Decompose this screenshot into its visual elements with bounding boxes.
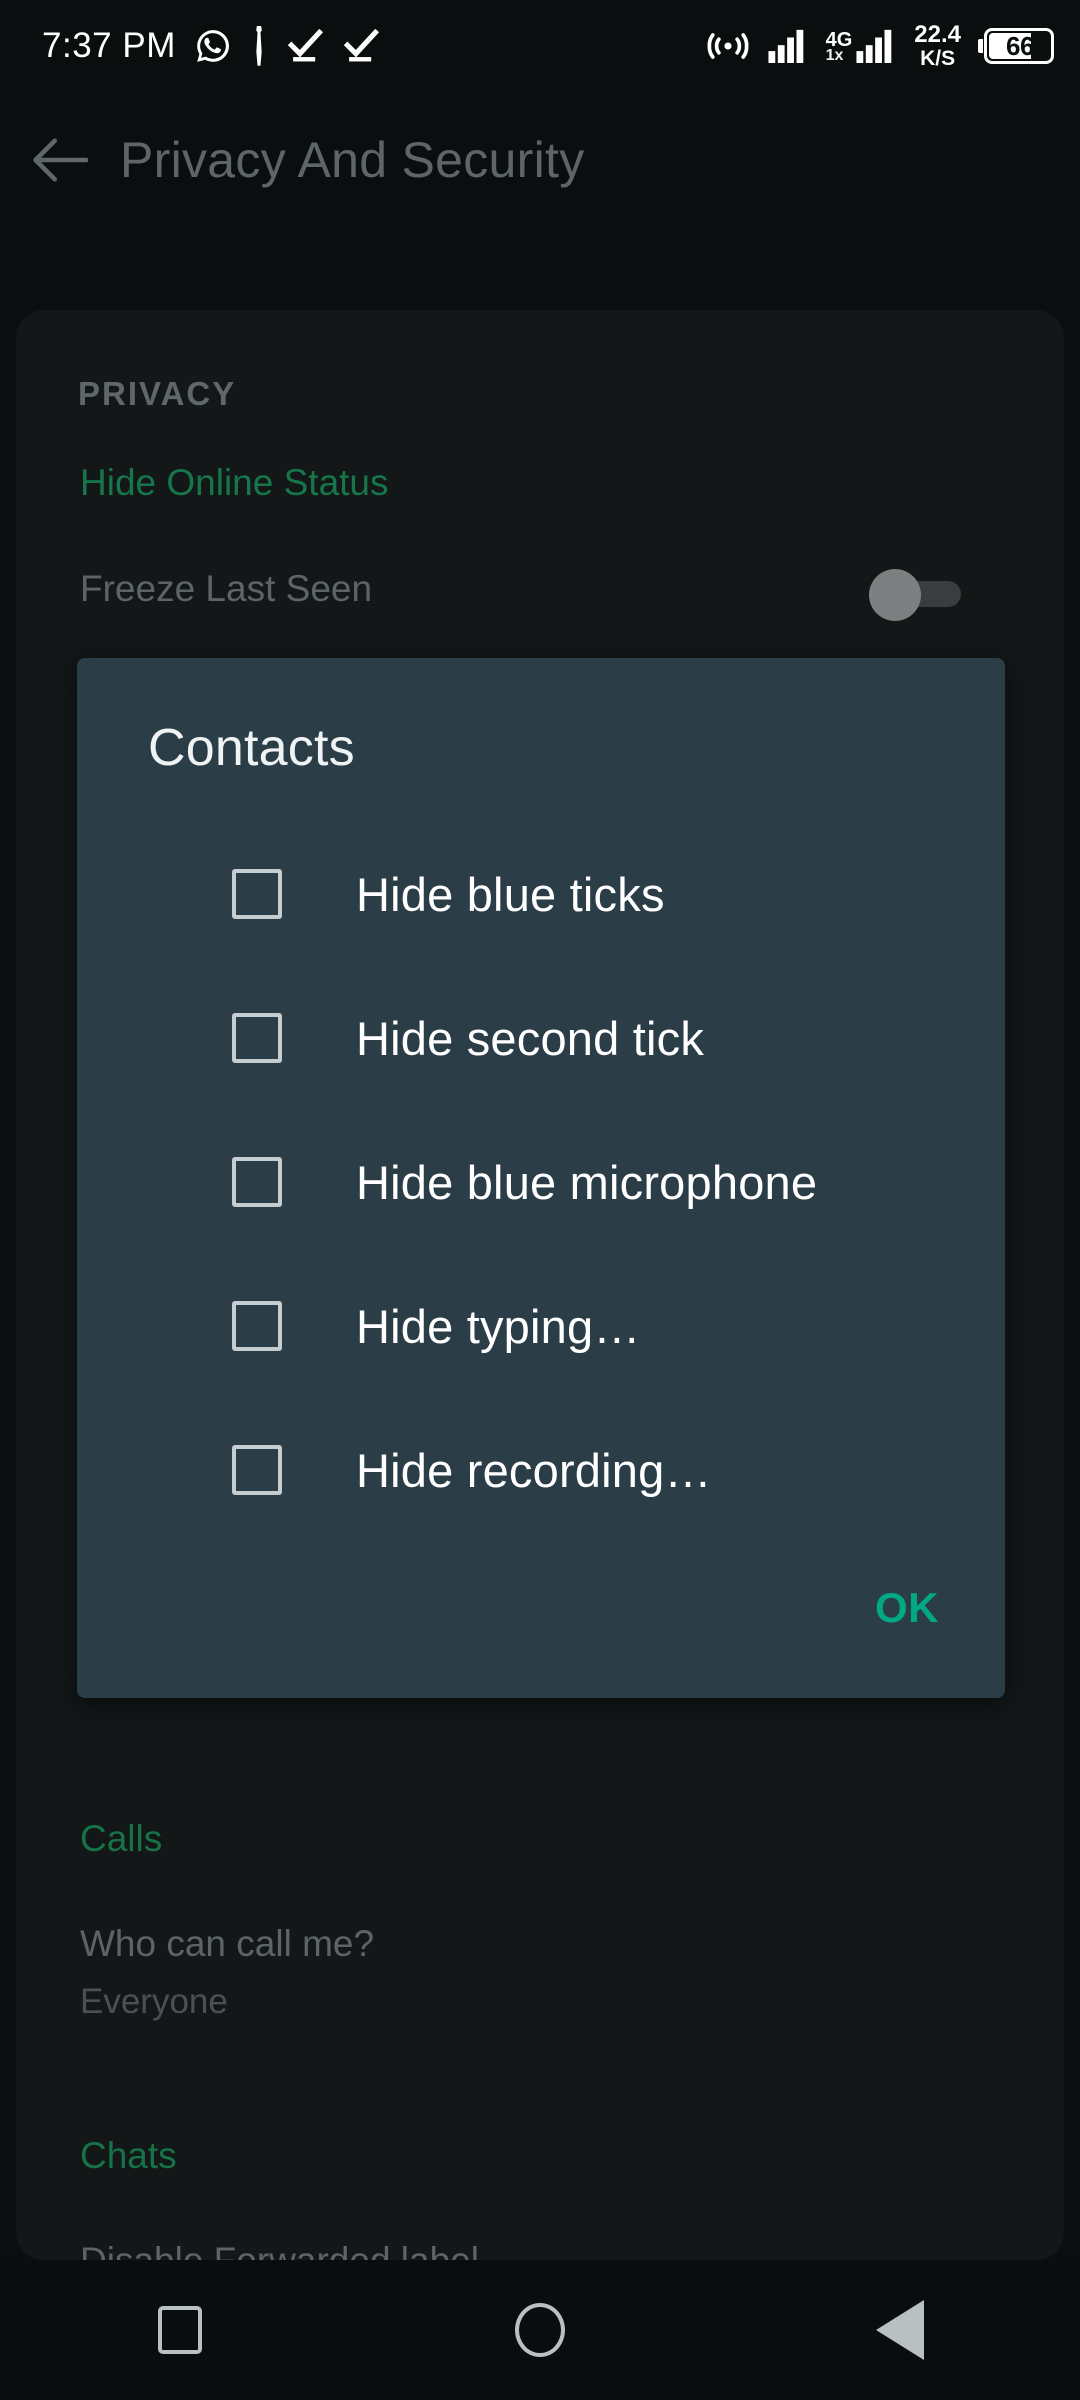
recents-button[interactable] (100, 2260, 260, 2400)
checkbox-label: Hide blue ticks (356, 867, 665, 921)
signal-bars-icon (767, 29, 809, 63)
status-bar-right: 4G 1x 22.4 K/S 66 (706, 21, 1054, 70)
back-button[interactable] (0, 136, 120, 184)
checkbox-label: Hide second tick (356, 1011, 705, 1065)
checkbox-row[interactable]: Hide blue microphone (77, 1134, 1005, 1230)
phone-screen: 7:37 PM 4G 1x 22.4 K/S 66 Privacy And Se… (0, 0, 1080, 2400)
section-header-privacy: PRIVACY (78, 375, 237, 412)
hotspot-icon (706, 29, 750, 63)
dialog-ok-button[interactable]: OK (861, 1578, 953, 1638)
home-circle-icon (515, 2303, 565, 2357)
android-nav-bar (0, 2260, 1080, 2400)
setting-who-can-call-me-value: Everyone (80, 1982, 228, 2021)
app-toolbar: Privacy And Security (0, 100, 1080, 220)
setting-freeze-last-seen[interactable]: Freeze Last Seen (80, 568, 372, 610)
network-type-label: 4G (825, 28, 853, 51)
home-button[interactable] (460, 2260, 620, 2400)
battery-level-label: 66 (1006, 30, 1034, 61)
section-header-chats: Chats (80, 2135, 177, 2176)
checkbox-icon[interactable] (232, 1445, 282, 1495)
arrow-left-icon (32, 136, 88, 184)
double-tick-icon (286, 29, 324, 63)
data-speed-indicator: 22.4 K/S (914, 21, 961, 70)
checkbox-icon[interactable] (232, 869, 282, 919)
checkbox-row[interactable]: Hide recording… (77, 1422, 1005, 1518)
battery-icon: 66 (978, 28, 1054, 64)
torch-icon (250, 26, 268, 66)
checkbox-label: Hide typing… (356, 1299, 641, 1353)
checkbox-row[interactable]: Hide blue ticks (77, 846, 1005, 942)
status-bar: 7:37 PM 4G 1x 22.4 K/S 66 (0, 0, 1080, 92)
data-speed-unit: K/S (920, 46, 956, 70)
contacts-dialog: Contacts Hide blue ticks Hide second tic… (77, 658, 1005, 1698)
section-header-calls: Calls (80, 1818, 163, 1859)
setting-who-can-call-me[interactable]: Who can call me? (80, 1923, 374, 1965)
checkbox-label: Hide blue microphone (356, 1155, 818, 1209)
status-bar-clock: 7:37 PM (42, 26, 176, 65)
checkbox-row[interactable]: Hide typing… (77, 1278, 1005, 1374)
page-title: Privacy And Security (120, 132, 585, 188)
status-bar-left: 7:37 PM (42, 26, 380, 66)
setting-hide-online-status[interactable]: Hide Online Status (80, 462, 389, 504)
freeze-last-seen-toggle[interactable] (869, 565, 969, 621)
checkbox-icon[interactable] (232, 1157, 282, 1207)
data-speed-value: 22.4 (914, 21, 961, 49)
back-button-nav[interactable] (820, 2260, 980, 2400)
recents-square-icon (158, 2306, 202, 2354)
back-triangle-icon (876, 2300, 924, 2360)
checkbox-row[interactable]: Hide second tick (77, 990, 1005, 1086)
toggle-thumb (869, 569, 921, 621)
network-type-indicator: 4G 1x (826, 29, 898, 63)
checkbox-icon[interactable] (232, 1013, 282, 1063)
whatsapp-icon (194, 27, 232, 65)
checkbox-icon[interactable] (232, 1301, 282, 1351)
network-sub-label: 1x (825, 46, 844, 64)
double-tick-icon (342, 29, 380, 63)
dialog-title: Contacts (148, 719, 355, 777)
checkbox-label: Hide recording… (356, 1443, 712, 1497)
